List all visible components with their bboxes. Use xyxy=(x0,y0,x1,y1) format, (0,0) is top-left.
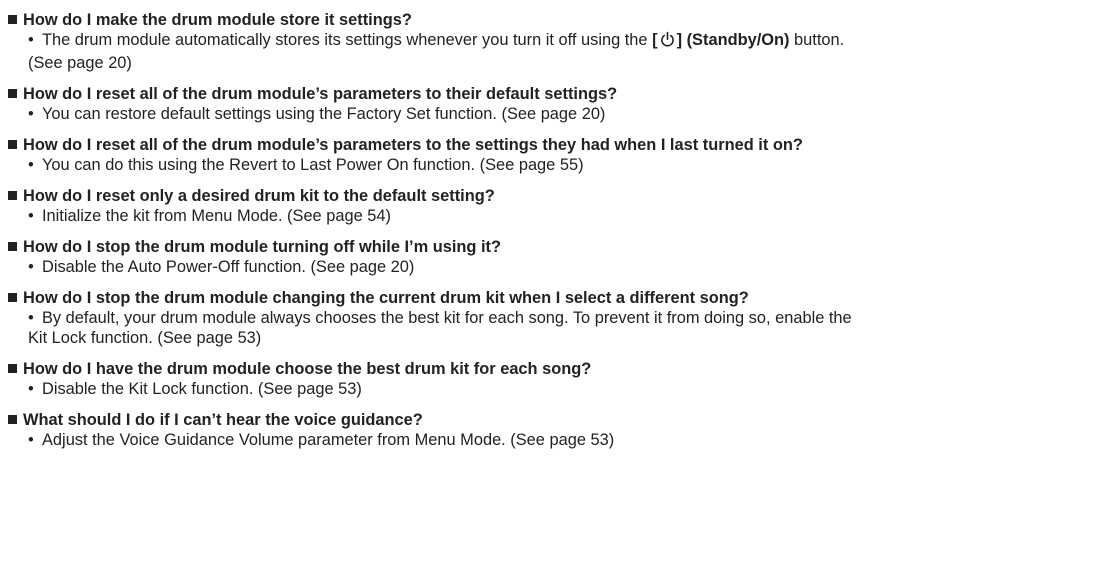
question-text: How do I have the drum module choose the… xyxy=(23,360,592,378)
faq-answer: • By default, your drum module always ch… xyxy=(8,308,1101,348)
power-icon xyxy=(660,31,675,53)
question-text: What should I do if I can’t hear the voi… xyxy=(23,411,423,429)
faq-item: How do I stop the drum module turning of… xyxy=(8,237,1101,277)
faq-item: How do I have the drum module choose the… xyxy=(8,359,1101,399)
answer-text: By default, your drum module always choo… xyxy=(42,309,852,327)
square-bullet-icon xyxy=(8,364,17,373)
faq-question: How do I stop the drum module changing t… xyxy=(8,288,1101,308)
bracket-open: [ xyxy=(652,31,658,49)
faq-item: How do I reset all of the drum module’s … xyxy=(8,84,1101,124)
faq-question: How do I make the drum module store it s… xyxy=(8,10,1101,30)
faq-question: How do I reset all of the drum module’s … xyxy=(8,84,1101,104)
standby-on-label: (Standby/On) xyxy=(682,31,790,49)
faq-answer: • Initialize the kit from Menu Mode. (Se… xyxy=(8,206,1101,226)
bullet-icon: • xyxy=(28,431,34,449)
bullet-icon: • xyxy=(28,258,34,276)
bullet-icon: • xyxy=(28,31,34,49)
question-text: How do I reset only a desired drum kit t… xyxy=(23,187,495,205)
square-bullet-icon xyxy=(8,15,17,24)
square-bullet-icon xyxy=(8,242,17,251)
question-text: How do I stop the drum module turning of… xyxy=(23,238,502,256)
faq-question: How do I stop the drum module turning of… xyxy=(8,237,1101,257)
faq-item: How do I make the drum module store it s… xyxy=(8,10,1101,73)
question-text: How do I reset all of the drum module’s … xyxy=(23,136,803,154)
answer-line-2: (See page 20) xyxy=(28,54,132,72)
faq-item: What should I do if I can’t hear the voi… xyxy=(8,410,1101,450)
bullet-icon: • xyxy=(28,156,34,174)
faq-answer: • The drum module automatically stores i… xyxy=(8,30,1101,73)
faq-question: How do I reset only a desired drum kit t… xyxy=(8,186,1101,206)
answer-text: Disable the Kit Lock function. (See page… xyxy=(42,380,362,398)
bullet-icon: • xyxy=(28,380,34,398)
bullet-icon: • xyxy=(28,309,34,327)
bullet-icon: • xyxy=(28,105,34,123)
answer-text: Initialize the kit from Menu Mode. (See … xyxy=(42,207,391,225)
square-bullet-icon xyxy=(8,415,17,424)
faq-answer: • Adjust the Voice Guidance Volume param… xyxy=(8,430,1101,450)
faq-answer: • You can do this using the Revert to La… xyxy=(8,155,1101,175)
question-text: How do I stop the drum module changing t… xyxy=(23,289,749,307)
answer-line-2: Kit Lock function. (See page 53) xyxy=(28,329,262,347)
faq-item: How do I stop the drum module changing t… xyxy=(8,288,1101,348)
faq-item: How do I reset all of the drum module’s … xyxy=(8,135,1101,175)
square-bullet-icon xyxy=(8,89,17,98)
faq-answer: • Disable the Auto Power-Off function. (… xyxy=(8,257,1101,277)
question-text: How do I reset all of the drum module’s … xyxy=(23,85,618,103)
faq-item: How do I reset only a desired drum kit t… xyxy=(8,186,1101,226)
faq-answer: • Disable the Kit Lock function. (See pa… xyxy=(8,379,1101,399)
faq-question: How do I reset all of the drum module’s … xyxy=(8,135,1101,155)
faq-answer: • You can restore default settings using… xyxy=(8,104,1101,124)
question-text: How do I make the drum module store it s… xyxy=(23,11,412,29)
answer-text-end: button. xyxy=(789,31,845,49)
faq-list: How do I make the drum module store it s… xyxy=(0,0,1101,450)
square-bullet-icon xyxy=(8,140,17,149)
square-bullet-icon xyxy=(8,293,17,302)
answer-text: Disable the Auto Power-Off function. (Se… xyxy=(42,258,415,276)
bullet-icon: • xyxy=(28,207,34,225)
answer-text: The drum module automatically stores its… xyxy=(42,31,653,49)
answer-text: You can do this using the Revert to Last… xyxy=(42,156,584,174)
faq-question: What should I do if I can’t hear the voi… xyxy=(8,410,1101,430)
faq-question: How do I have the drum module choose the… xyxy=(8,359,1101,379)
square-bullet-icon xyxy=(8,191,17,200)
answer-text: You can restore default settings using t… xyxy=(42,105,606,123)
answer-text: Adjust the Voice Guidance Volume paramet… xyxy=(42,431,615,449)
